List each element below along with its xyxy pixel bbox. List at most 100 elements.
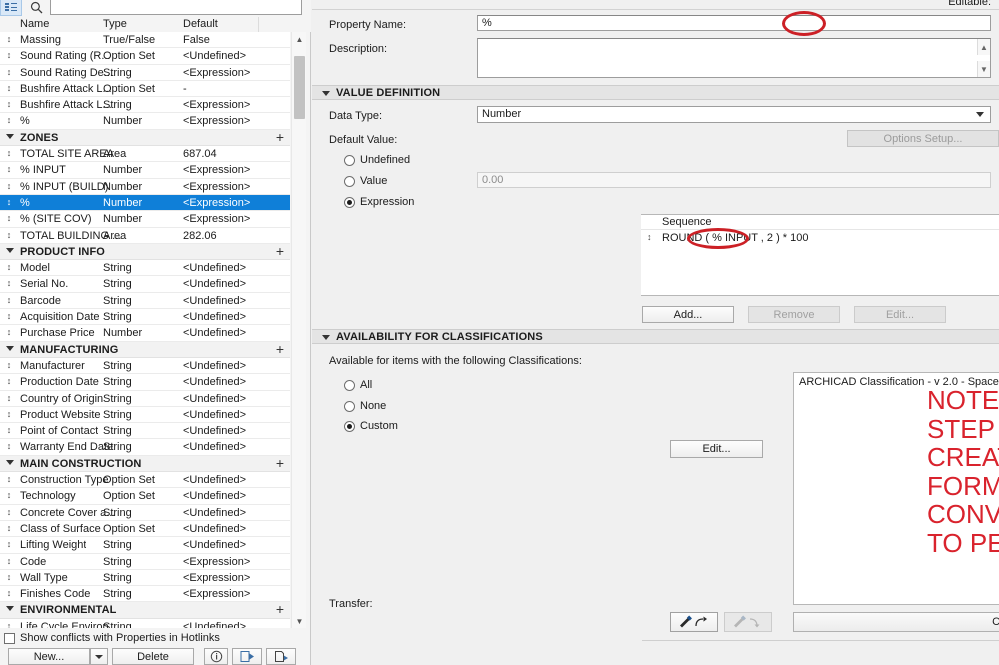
radio-default-value[interactable]: Value (344, 175, 387, 187)
description-scroll-up-icon[interactable]: ▲ (977, 39, 990, 55)
list-view-icon[interactable] (0, 0, 22, 16)
transfer-pick-button[interactable] (670, 612, 718, 632)
classifications-listbox[interactable]: ARCHICAD Classification - v 2.0 - Space … (793, 372, 999, 605)
property-row[interactable]: ↕ Class of Surface Option Set <Undefined> (0, 521, 290, 538)
drag-handle-icon[interactable]: ↕ (5, 393, 13, 405)
drag-handle-icon[interactable]: ↕ (5, 181, 13, 193)
drag-handle-icon[interactable]: ↕ (5, 572, 13, 584)
radio-availability-all[interactable]: All (344, 379, 372, 391)
property-name-input[interactable] (477, 15, 991, 31)
property-row[interactable]: ↕ Purchase Price Number <Undefined> (0, 325, 290, 342)
property-row[interactable]: ↕% Number <Expression> (0, 113, 290, 130)
drag-handle-icon[interactable]: ↕ (5, 523, 13, 535)
drag-handle-icon[interactable]: ↕ (5, 556, 13, 568)
drag-handle-icon[interactable]: ↕ (5, 311, 13, 323)
show-conflicts-checkbox[interactable]: Show conflicts with Properties in Hotlin… (4, 631, 304, 645)
radio-circle[interactable] (344, 196, 355, 208)
drag-handle-icon[interactable]: ↕ (5, 164, 13, 176)
drag-handle-icon[interactable]: ↕ (5, 213, 13, 225)
radio-availability-none[interactable]: None (344, 400, 386, 412)
property-group-row[interactable]: ZONES + (0, 129, 290, 147)
drag-handle-icon[interactable]: ↕ (5, 474, 13, 486)
property-row[interactable]: ↕ Bushfire Attack L... String <Expression> (0, 97, 290, 114)
classification-item[interactable]: ARCHICAD Classification - v 2.0 - Space (799, 376, 999, 388)
drag-handle-icon[interactable]: ↕ (5, 425, 13, 437)
options-setup-button[interactable]: Options Setup... (847, 130, 999, 147)
property-group-row[interactable]: MANUFACTURING + (0, 341, 290, 358)
property-row[interactable]: ↕ Finishes Code String <Expression> (0, 586, 290, 603)
property-row[interactable]: ↕ Model String <Undefined> (0, 260, 290, 277)
radio-availability-custom[interactable]: Custom (344, 420, 398, 432)
property-row[interactable]: ↕ Bushfire Attack L... Option Set - (0, 81, 290, 98)
drag-handle-icon[interactable]: ↕ (5, 539, 13, 551)
property-row[interactable]: ↕ Sound Rating De... String <Expression> (0, 65, 290, 81)
data-type-select[interactable]: Number (477, 106, 991, 123)
property-row[interactable]: ↕ % INPUT (BUILD) Number <Expression> (0, 179, 290, 195)
property-row[interactable]: ↕ Product Website String <Undefined> (0, 407, 290, 424)
drag-handle-icon[interactable]: ↕ (5, 115, 13, 127)
radio-default-undefined[interactable]: Undefined (344, 154, 410, 166)
default-value-field[interactable]: 0.00 (477, 172, 991, 188)
section-value-definition[interactable]: VALUE DEFINITION (312, 85, 999, 100)
delete-button[interactable]: Delete (112, 648, 194, 665)
drag-handle-icon[interactable]: ↕ (5, 441, 13, 453)
property-row[interactable]: ↕ Sound Rating (R... Option Set <Undefined> (0, 48, 290, 65)
export-icon-button[interactable] (266, 648, 296, 665)
add-property-icon[interactable]: + (276, 456, 284, 470)
property-row[interactable]: ↕ Point of Contact String <Undefined> (0, 423, 290, 440)
add-property-icon[interactable]: + (276, 244, 284, 258)
property-row[interactable]: ↕ Production Date String <Undefined> (0, 374, 290, 391)
drag-handle-icon[interactable]: ↕ (5, 197, 13, 209)
drag-handle-icon[interactable]: ↕ (5, 83, 13, 95)
drag-handle-icon[interactable]: ↕ (5, 376, 13, 388)
property-row[interactable]: ↕ TOTAL BUILDING ... Area 282.06 (0, 228, 290, 244)
drag-handle-icon[interactable]: ↕ (5, 230, 13, 242)
property-row[interactable]: ↕ Code String <Expression> (0, 554, 290, 570)
drag-handle-icon[interactable]: ↕ (5, 621, 13, 628)
property-group-row[interactable]: MAIN CONSTRUCTION + (0, 455, 290, 473)
property-row[interactable]: ↕ % INPUT Number <Expression> (0, 162, 290, 179)
drag-handle-icon[interactable]: ↕ (647, 232, 652, 242)
add-property-icon[interactable]: + (276, 602, 284, 616)
sequence-row[interactable]: ↕ ROUND ( % INPUT , 2 ) * 100 (641, 230, 999, 246)
property-row[interactable]: ↕ Manufacturer String <Undefined> (0, 358, 290, 375)
drag-handle-icon[interactable]: ↕ (5, 490, 13, 502)
property-row[interactable]: ↕ % (SITE COV) Number <Expression> (0, 211, 290, 228)
property-row[interactable]: ↕% Number <Expression> (0, 194, 290, 212)
radio-circle[interactable] (344, 154, 355, 166)
property-row[interactable]: ↕ Warranty End Date String <Undefined> (0, 439, 290, 456)
info-button[interactable] (204, 648, 228, 665)
drag-handle-icon[interactable]: ↕ (5, 327, 13, 339)
property-row[interactable]: ↕ Barcode String <Undefined> (0, 293, 290, 310)
radio-circle[interactable] (344, 420, 355, 432)
properties-list[interactable]: ↕ Massing True/False False ↕ Sound Rating (R.… (0, 32, 290, 628)
property-row[interactable]: ↕ Wall Type String <Expression> (0, 570, 290, 587)
radio-default-expression[interactable]: Expression (344, 196, 414, 208)
property-row[interactable]: ↕ Life Cycle Environ... String <Undefined> (0, 619, 290, 628)
description-scroll-down-icon[interactable]: ▼ (977, 61, 990, 77)
checkbox-box[interactable] (4, 632, 15, 644)
drag-handle-icon[interactable]: ↕ (5, 262, 13, 274)
scrollbar-thumb[interactable] (294, 56, 305, 119)
property-row[interactable]: ↕ Massing True/False False (0, 32, 290, 49)
search-icon[interactable] (26, 0, 46, 15)
add-expression-button[interactable]: Add... (642, 306, 734, 323)
drag-handle-icon[interactable]: ↕ (5, 50, 13, 62)
property-row[interactable]: ↕ Lifting Weight String <Undefined> (0, 537, 290, 554)
new-button[interactable]: New... (8, 648, 90, 665)
import-icon-button[interactable] (232, 648, 262, 665)
properties-list-scrollbar[interactable]: ▲ ▼ (291, 32, 306, 628)
property-group-row[interactable]: ENVIRONMENTAL + (0, 602, 290, 619)
search-input[interactable] (50, 0, 302, 15)
property-row[interactable]: ↕ Serial No. String <Undefined> (0, 276, 290, 293)
drag-handle-icon[interactable]: ↕ (5, 34, 13, 46)
drag-handle-icon[interactable]: ↕ (5, 295, 13, 307)
property-group-row[interactable]: PRODUCT INFO + (0, 243, 290, 261)
expression-sequence-box[interactable]: Sequence ↕ ROUND ( % INPUT , 2 ) * 100 ▲… (641, 214, 999, 296)
add-property-icon[interactable]: + (276, 130, 284, 144)
property-row[interactable]: ↕ Acquisition Date String <Undefined> (0, 309, 290, 326)
radio-circle[interactable] (344, 379, 355, 391)
classification-manager-button[interactable]: Classification Manager... (793, 612, 999, 632)
drag-handle-icon[interactable]: ↕ (5, 507, 13, 519)
new-dropdown-button[interactable] (90, 648, 108, 665)
